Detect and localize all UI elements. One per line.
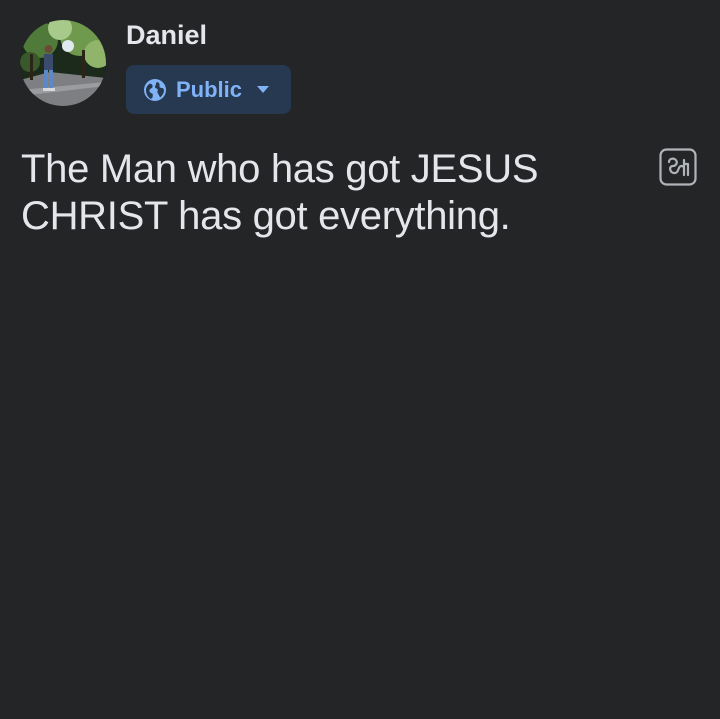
globe-icon [144, 78, 166, 101]
audience-label: Public [176, 76, 243, 102]
author-name: Daniel [126, 20, 208, 50]
create-post-screen: Daniel Public The Man who has got JESUS … [0, 0, 720, 719]
avatar-photo [20, 20, 106, 106]
tamil-letter-a-icon [659, 148, 697, 186]
transliterate-button[interactable] [659, 148, 697, 186]
audience-selector-button[interactable]: Public [126, 65, 291, 114]
post-text[interactable]: The Man who has got JESUS CHRIST has got… [21, 146, 621, 240]
caret-down-icon [257, 85, 270, 93]
avatar[interactable] [20, 20, 106, 106]
